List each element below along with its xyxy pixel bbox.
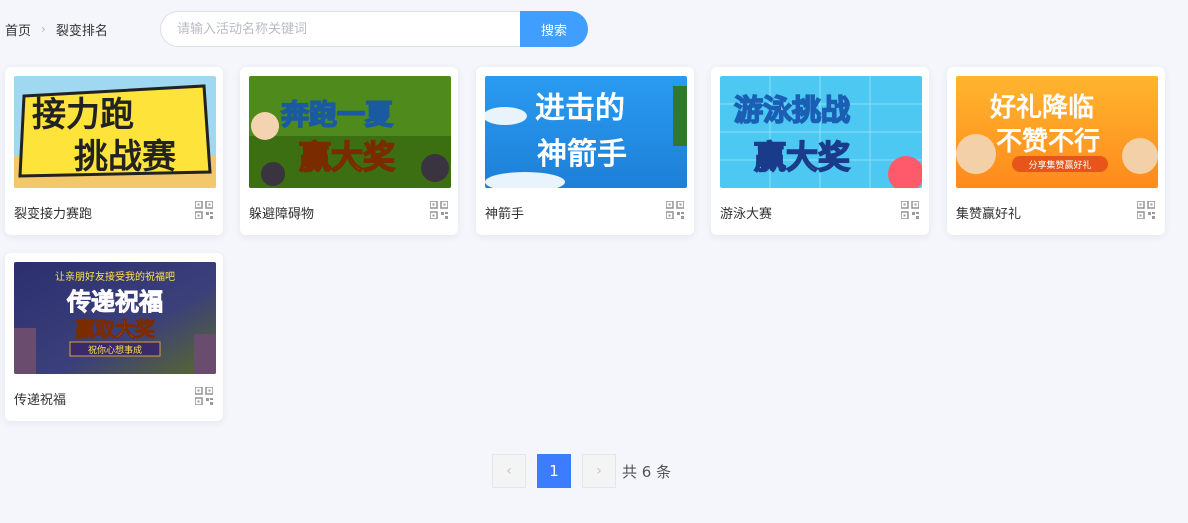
qrcode-icon[interactable]	[430, 201, 448, 219]
top-bar: 首页 › 裂变排名 搜索	[0, 11, 700, 47]
activity-card[interactable]: 奔跑一夏 赢大奖 躲避障碍物	[240, 67, 458, 235]
pagination: ‹ 1 › 共 6 条	[492, 454, 671, 488]
banner-text: 赢大奖	[754, 138, 850, 176]
banner-text: 赢大奖	[299, 138, 395, 176]
breadcrumb-current: 裂变排名	[55, 23, 108, 39]
banner-text: 游泳挑战	[734, 93, 850, 127]
activity-card[interactable]: 进击的 神箭手 神箭手	[476, 67, 694, 235]
activity-card[interactable]: 让亲朋好友接受我的祝福吧 传递祝福 赢取大奖 祝你心想事成 传递祝福	[5, 253, 223, 421]
qrcode-icon[interactable]	[901, 201, 919, 219]
activity-name: 集赞赢好礼	[956, 207, 1022, 222]
banner-text: 神箭手	[537, 137, 627, 172]
chevron-left-icon: ‹	[506, 463, 512, 479]
qrcode-icon[interactable]	[666, 201, 684, 219]
activity-banner[interactable]: 奔跑一夏 赢大奖	[249, 76, 451, 188]
activity-banner[interactable]: 好礼降临 不赞不行 分享集赞赢好礼	[956, 76, 1158, 188]
activity-banner[interactable]: 让亲朋好友接受我的祝福吧 传递祝福 赢取大奖 祝你心想事成	[14, 262, 216, 374]
banner-text: 挑战赛	[74, 137, 177, 177]
breadcrumb: 首页 › 裂变排名	[5, 20, 108, 39]
qrcode-icon[interactable]	[195, 387, 213, 405]
banner-text: 接力跑	[32, 95, 134, 135]
search-input[interactable]	[160, 11, 520, 47]
banner-text: 进击的	[535, 91, 625, 126]
activity-name: 传递祝福	[14, 393, 67, 408]
banner-text: 传递祝福	[66, 288, 163, 316]
breadcrumb-home[interactable]: 首页	[5, 20, 31, 39]
chevron-right-icon: ›	[41, 22, 46, 36]
activity-name: 神箭手	[485, 207, 525, 222]
banner-text: 不赞不行	[996, 126, 1100, 157]
activity-name: 躲避障碍物	[249, 207, 315, 222]
activity-banner[interactable]: 进击的 神箭手	[485, 76, 687, 188]
next-page-button[interactable]: ›	[582, 454, 616, 488]
banner-text: 赢取大奖	[75, 317, 156, 341]
chevron-right-icon: ›	[596, 463, 602, 479]
prev-page-button[interactable]: ‹	[492, 454, 526, 488]
activity-name: 裂变接力赛跑	[14, 207, 93, 222]
banner-text: 奔跑一夏	[281, 98, 394, 131]
banner-text: 好礼降临	[989, 92, 1094, 123]
search-bar: 搜索	[160, 11, 588, 47]
qrcode-icon[interactable]	[195, 201, 213, 219]
banner-text: 分享集赞赢好礼	[1028, 159, 1091, 171]
activity-banner[interactable]: 接力跑 挑战赛	[14, 76, 216, 188]
activity-card[interactable]: 好礼降临 不赞不行 分享集赞赢好礼 集赞赢好礼	[947, 67, 1165, 235]
banner-text: 祝你心想事成	[88, 344, 142, 356]
page-number-1[interactable]: 1	[537, 454, 571, 488]
qrcode-icon[interactable]	[1137, 201, 1155, 219]
activity-card[interactable]: 接力跑 挑战赛 裂变接力赛跑	[5, 67, 223, 235]
activity-banner[interactable]: 游泳挑战 赢大奖	[720, 76, 922, 188]
activity-card[interactable]: 游泳挑战 赢大奖 游泳大赛	[711, 67, 929, 235]
banner-text: 让亲朋好友接受我的祝福吧	[55, 270, 175, 283]
search-button[interactable]: 搜索	[520, 11, 588, 47]
activity-name: 游泳大赛	[720, 207, 773, 222]
total-count: 共 6 条	[622, 462, 672, 481]
